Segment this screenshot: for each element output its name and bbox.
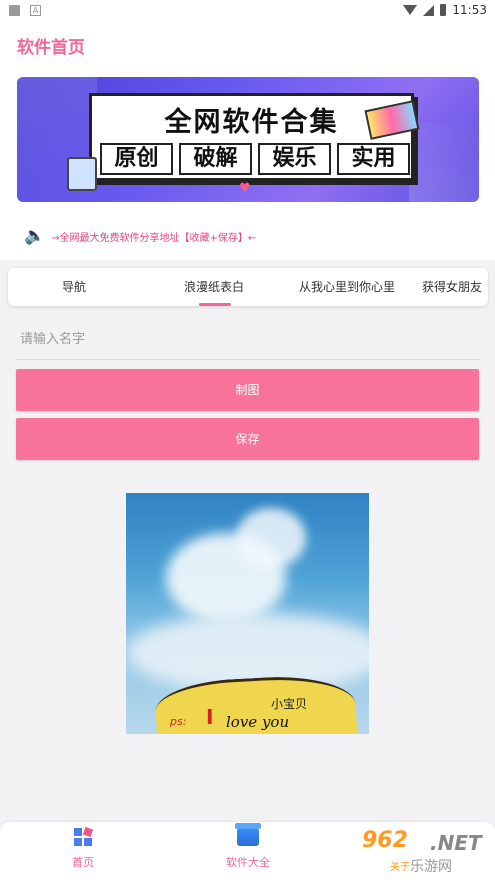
preview-name-text: 小宝贝	[271, 697, 308, 711]
notification-icon	[9, 5, 20, 16]
box-icon	[235, 823, 261, 846]
tab-romantic-paper[interactable]: 浪漫纸表白	[168, 268, 260, 306]
banner-tag: 原创	[100, 143, 173, 175]
banner-tag: 娱乐	[258, 143, 331, 175]
nav-home[interactable]: 首页	[43, 826, 123, 870]
draw-button[interactable]: 制图	[16, 369, 479, 411]
banner-tag: 破解	[179, 143, 252, 175]
preview-ps-text: ps:	[170, 715, 187, 728]
heart-icon: ♥	[239, 181, 251, 196]
tab-heart-to-heart[interactable]: 从我心里到你心里	[284, 268, 410, 306]
speaker-icon: 🔈	[24, 226, 46, 246]
wifi-icon	[403, 5, 418, 15]
watermark-number: 962	[362, 828, 408, 853]
notice-text: →全网最大免费软件分享地址【收藏+保存】←	[51, 232, 257, 244]
nav-label: 软件大全	[226, 856, 270, 869]
banner[interactable]: 全网软件合集 原创 破解 娱乐 实用 ♥	[17, 77, 479, 202]
banner-tags: 原创 破解 娱乐 实用	[100, 143, 410, 175]
tab-label: 浪漫纸表白	[183, 280, 244, 294]
nav-software[interactable]: 软件大全	[208, 823, 288, 870]
status-time: 11:53	[452, 3, 487, 17]
watermark-extra: 关于	[390, 862, 410, 873]
battery-icon	[440, 4, 447, 16]
notice-bar[interactable]: 🔈 →全网最大免费软件分享地址【收藏+保存】←	[24, 226, 256, 246]
watermark-net: .NET	[430, 831, 482, 855]
banner-board: 全网软件合集 原创 破解 娱乐 实用	[89, 93, 414, 181]
watermark-site: 乐游网	[410, 859, 452, 875]
tab-bar: 导航 浪漫纸表白 从我心里到你心里 获得女朋友	[8, 268, 488, 306]
tab-navigation[interactable]: 导航	[44, 268, 104, 306]
notification-a-icon: A	[30, 5, 41, 16]
banner-tag: 实用	[337, 143, 410, 175]
preview-love-text: love you	[226, 713, 290, 731]
preview-i-text: I	[206, 705, 214, 729]
tab-get-girlfriend[interactable]: 获得女朋友	[422, 268, 488, 306]
banner-decoration	[409, 122, 479, 202]
home-grid-icon	[74, 826, 94, 846]
nav-label: 首页	[72, 856, 94, 869]
cloud-shape	[236, 508, 306, 568]
banner-title: 全网软件合集	[164, 107, 339, 138]
header: 软件首页 全网软件合集 原创 破解 娱乐 实用 ♥ 🔈 →全网最大免费软件分享地…	[0, 22, 495, 260]
tablet-icon	[67, 157, 97, 191]
status-bar: A 11:53	[0, 0, 495, 22]
status-right: 11:53	[403, 3, 487, 17]
preview-image: ps: I 小宝贝 love you	[126, 493, 369, 734]
signal-icon	[423, 4, 435, 16]
tab-indicator	[199, 303, 231, 306]
page-title: 软件首页	[17, 38, 85, 58]
watermark-logo: 962 .NET 关于 乐游网	[362, 828, 492, 876]
save-button[interactable]: 保存	[16, 418, 479, 460]
name-input[interactable]	[16, 320, 479, 360]
